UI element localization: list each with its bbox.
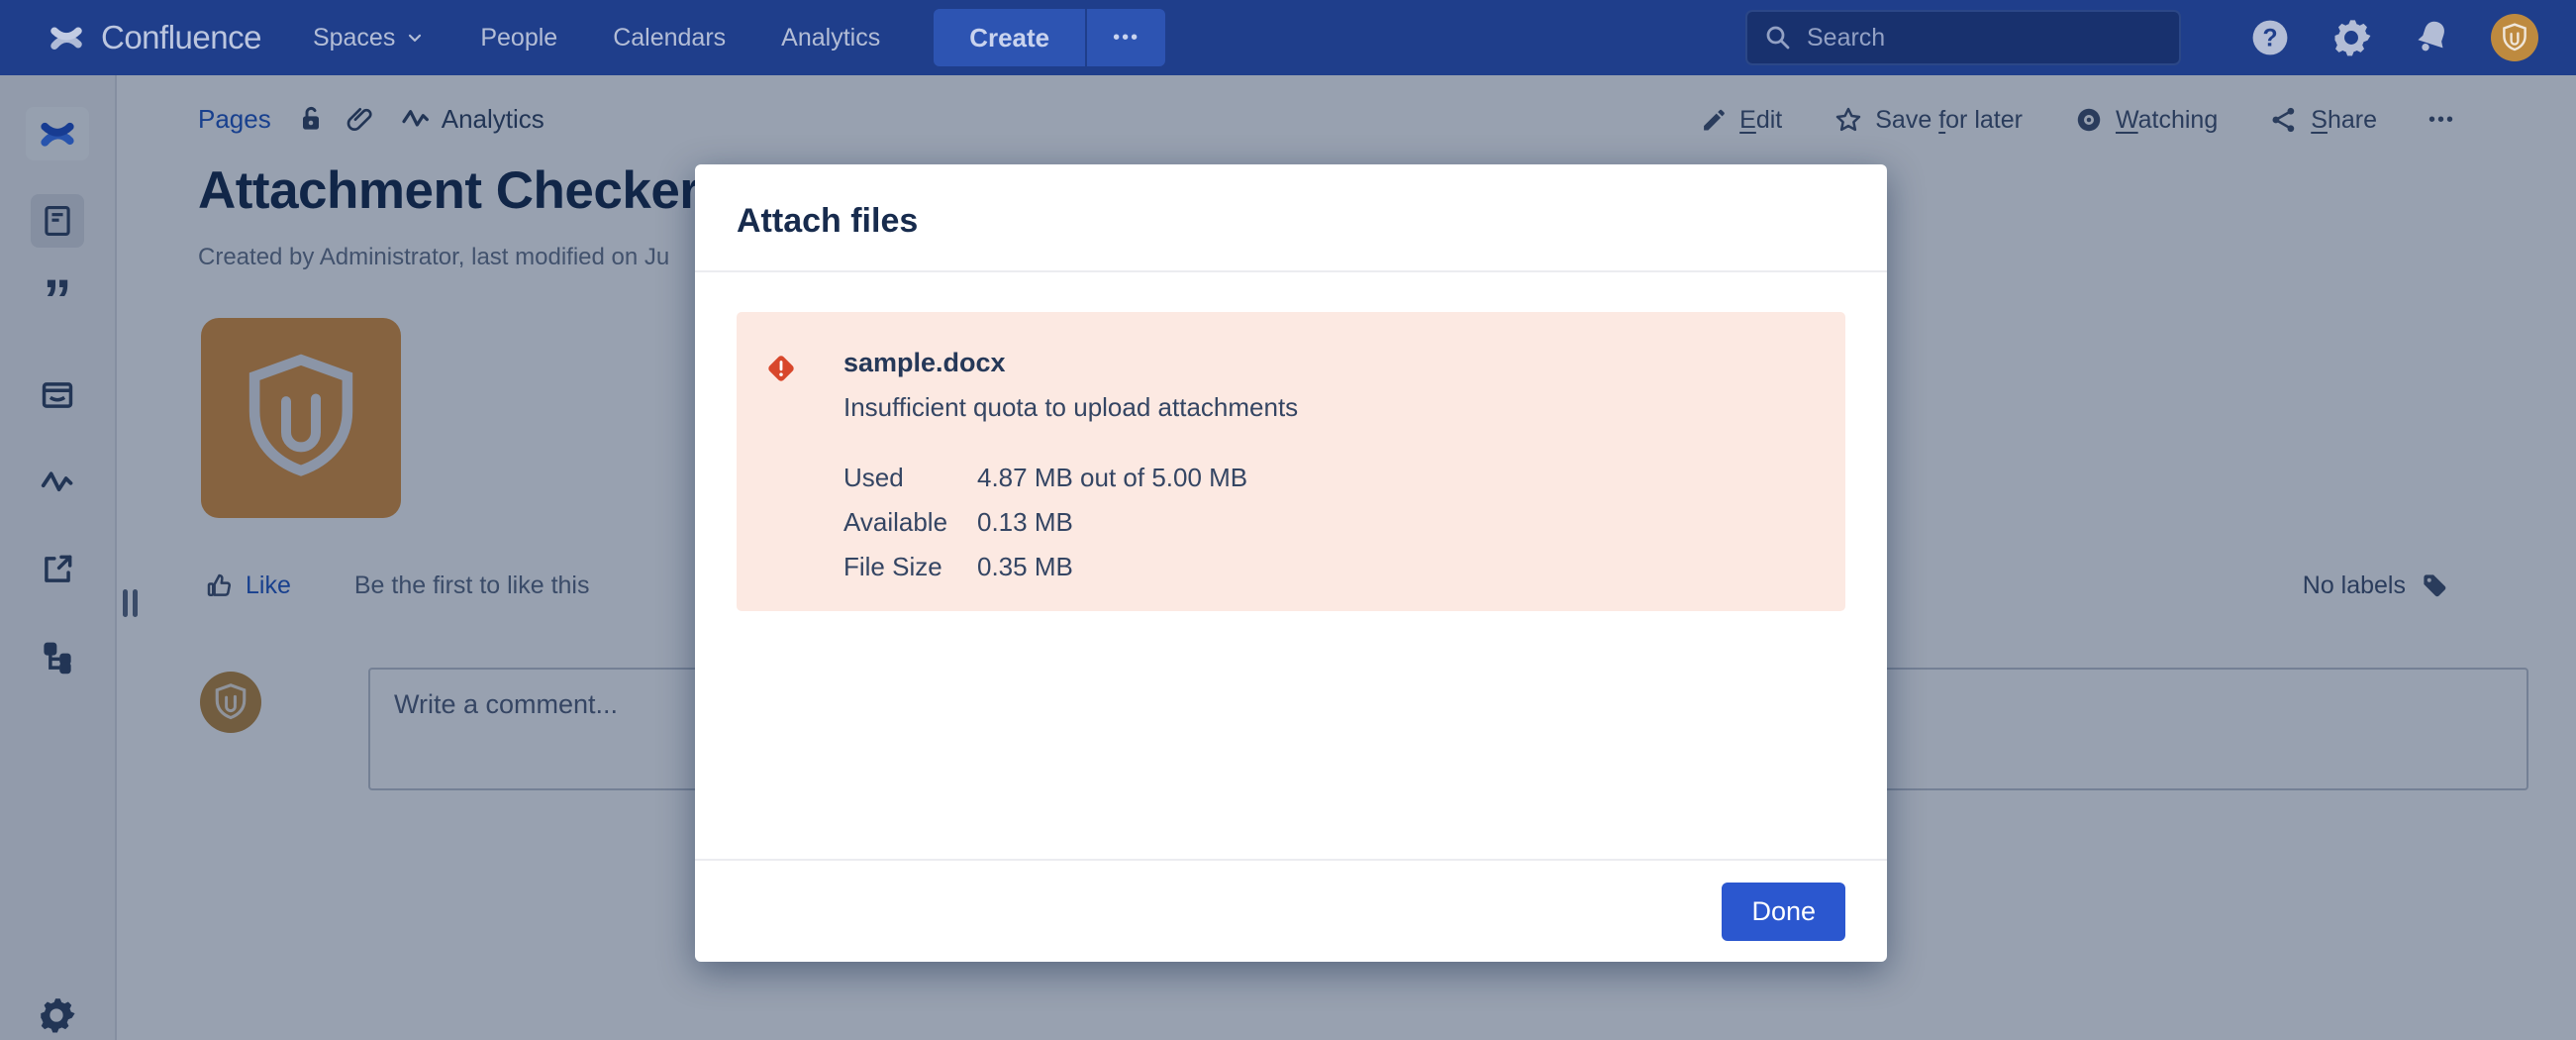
create-button[interactable]: Create [934,9,1085,66]
quota-table: Used 4.87 MB out of 5.00 MB Available 0.… [843,463,1247,596]
table-row: File Size 0.35 MB [843,552,1247,596]
error-file-name: sample.docx [843,348,1845,378]
dialog-title: Attach files [737,202,1845,241]
quota-label: Used [843,463,977,507]
quota-value: 0.35 MB [977,552,1247,596]
profile-avatar[interactable] [2491,14,2538,61]
bell-icon [2411,16,2454,59]
top-navigation-bar: Confluence Spaces People Calendars Analy… [0,0,2576,75]
chevron-down-icon [405,28,425,48]
dialog-header: Attach files [695,164,1887,272]
nav-item-analytics[interactable]: Analytics [781,24,880,52]
attach-files-dialog: Attach files sample.docx Insufficient qu… [695,164,1887,962]
table-row: Available 0.13 MB [843,507,1247,552]
error-message: Insufficient quota to upload attachments [843,392,1845,423]
svg-text:?: ? [2262,25,2277,52]
search-input[interactable] [1807,24,2143,52]
done-button[interactable]: Done [1722,883,1845,941]
notifications-button[interactable] [2410,15,2455,60]
gear-icon [2329,16,2373,59]
question-icon: ? [2248,16,2292,59]
quota-value: 0.13 MB [977,507,1247,552]
upload-error-panel: sample.docx Insufficient quota to upload… [737,312,1845,611]
quota-label: File Size [843,552,977,596]
confluence-app: ” [0,0,2576,1040]
table-row: Used 4.87 MB out of 5.00 MB [843,463,1247,507]
help-button[interactable]: ? [2247,15,2293,60]
confluence-logo-icon [46,20,87,55]
create-more-button[interactable]: ••• [1085,9,1165,66]
brand-name: Confluence [101,19,261,56]
confluence-brand[interactable]: Confluence [46,19,261,56]
nav-item-people[interactable]: People [480,24,557,52]
error-icon [764,352,798,385]
dialog-body: sample.docx Insufficient quota to upload… [695,272,1887,859]
nav-item-spaces[interactable]: Spaces [313,24,425,52]
nav-item-calendars[interactable]: Calendars [613,24,726,52]
dialog-footer: Done [695,859,1887,962]
quota-value: 4.87 MB out of 5.00 MB [977,463,1247,507]
settings-button[interactable] [2328,15,2374,60]
quota-label: Available [843,507,977,552]
search-icon [1763,23,1793,52]
search-box[interactable] [1745,10,2181,65]
